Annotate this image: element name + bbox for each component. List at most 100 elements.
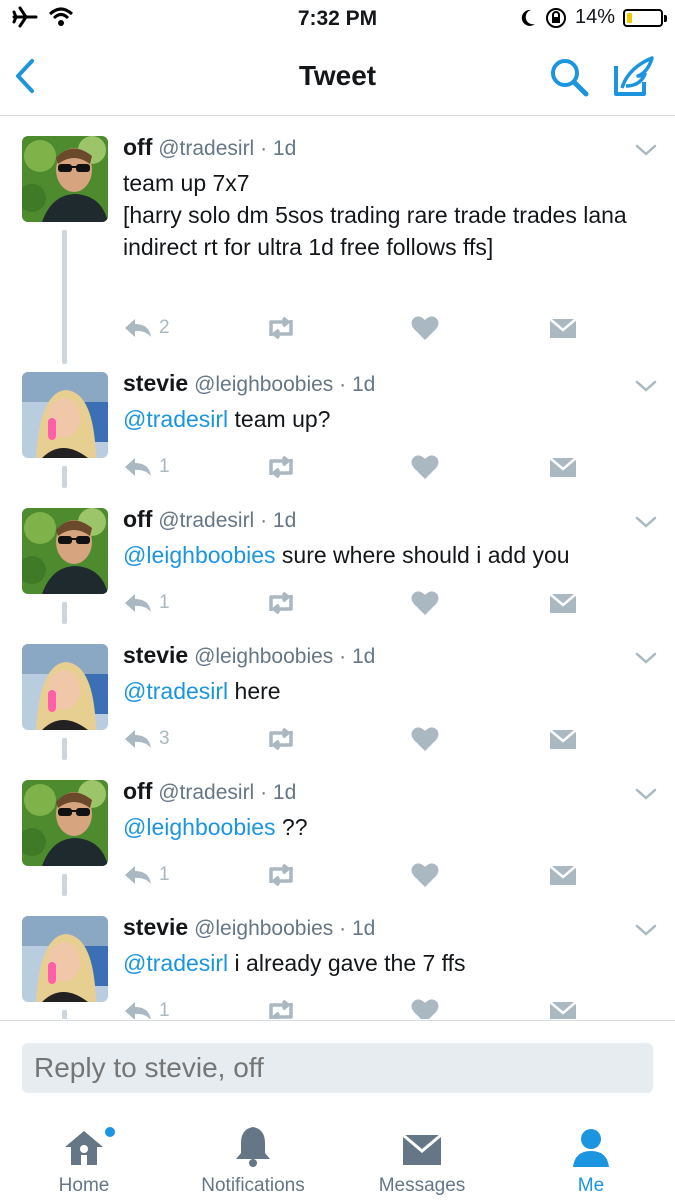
person-icon — [573, 1129, 609, 1167]
chevron-down-icon[interactable] — [634, 514, 658, 530]
thread-connector — [62, 874, 67, 896]
tweet[interactable]: stevie @leighboobies · 1d @tradesirl her… — [0, 624, 675, 760]
tweet-time: · 1d — [339, 373, 376, 396]
tweet-body: i already gave the 7 ffs — [228, 950, 466, 976]
chevron-down-icon[interactable] — [634, 922, 658, 938]
display-name[interactable]: off — [123, 134, 152, 160]
mention-link[interactable]: @tradesirl — [123, 406, 228, 432]
tweet[interactable]: stevie @leighboobies · 1d @tradesirl i a… — [0, 896, 675, 1019]
avatar[interactable] — [22, 644, 108, 730]
tweet-time: · 1d — [260, 509, 297, 532]
status-right: 14% — [519, 6, 667, 29]
envelope-icon — [549, 729, 577, 749]
reply-icon — [125, 730, 151, 748]
display-name[interactable]: stevie — [123, 642, 188, 668]
chevron-down-icon[interactable] — [634, 786, 658, 802]
reply-count: 1 — [159, 592, 170, 613]
mention-link[interactable]: @tradesirl — [123, 678, 228, 704]
reply-button[interactable]: 1 — [123, 588, 170, 618]
user-handle[interactable]: @tradesirl — [158, 509, 254, 532]
reply-count: 1 — [159, 864, 170, 885]
like-button[interactable] — [411, 452, 439, 482]
chevron-down-icon[interactable] — [634, 142, 658, 158]
reply-bar — [0, 1020, 675, 1114]
direct-message-button[interactable] — [549, 996, 577, 1019]
tweet-actions: 1 — [123, 452, 583, 482]
retweet-button[interactable] — [263, 724, 299, 754]
tab-me[interactable]: Me — [511, 1125, 671, 1197]
direct-message-button[interactable] — [549, 724, 577, 754]
like-button[interactable] — [411, 313, 439, 343]
tab-home[interactable]: Home — [4, 1125, 164, 1197]
display-name[interactable]: off — [123, 506, 152, 532]
tweet[interactable]: stevie @leighboobies · 1d @tradesirl tea… — [0, 352, 675, 488]
avatar[interactable] — [22, 372, 108, 458]
user-handle[interactable]: @leighboobies — [194, 373, 333, 396]
mention-link[interactable]: @leighboobies — [123, 814, 276, 840]
direct-message-button[interactable] — [549, 452, 577, 482]
heart-icon — [411, 863, 439, 887]
tab-messages[interactable]: Messages — [342, 1125, 502, 1197]
chevron-down-icon[interactable] — [634, 650, 658, 666]
user-handle[interactable]: @tradesirl — [158, 781, 254, 804]
display-name[interactable]: off — [123, 778, 152, 804]
reply-button[interactable]: 1 — [123, 996, 170, 1019]
tweet-body: sure where should i add you — [275, 542, 570, 568]
tweet-text: @leighboobies ?? — [123, 811, 653, 843]
retweet-button[interactable] — [263, 588, 299, 618]
reply-icon — [125, 594, 151, 612]
thread-connector — [62, 1010, 67, 1019]
tweet[interactable]: off @tradesirl · 1d team up 7x7 [harry s… — [0, 116, 675, 364]
unread-dot — [105, 1127, 115, 1137]
thread-connector — [62, 230, 67, 364]
search-icon[interactable] — [548, 56, 590, 98]
tweet-text: @tradesirl i already gave the 7 ffs — [123, 947, 653, 979]
like-button[interactable] — [411, 724, 439, 754]
battery-icon — [623, 8, 667, 27]
reply-input[interactable] — [22, 1043, 653, 1093]
user-handle[interactable]: @leighboobies — [194, 917, 333, 940]
reply-button[interactable]: 3 — [123, 724, 170, 754]
chevron-down-icon[interactable] — [634, 378, 658, 394]
avatar[interactable] — [22, 916, 108, 1002]
tweet-time: · 1d — [339, 917, 376, 940]
reply-button[interactable]: 2 — [123, 313, 170, 343]
like-button[interactable] — [411, 588, 439, 618]
tweet-body: ?? — [275, 814, 308, 840]
mention-link[interactable]: @leighboobies — [123, 542, 276, 568]
user-handle[interactable]: @leighboobies — [194, 645, 333, 668]
reply-count: 3 — [159, 728, 170, 749]
user-handle[interactable]: @tradesirl — [158, 137, 254, 160]
retweet-button[interactable] — [263, 313, 299, 343]
envelope-icon — [549, 318, 577, 338]
reply-button[interactable]: 1 — [123, 452, 170, 482]
direct-message-button[interactable] — [549, 588, 577, 618]
tweet-header: off @tradesirl · 1d — [123, 134, 296, 161]
retweet-icon — [269, 999, 293, 1019]
tweet-actions: 1 — [123, 996, 583, 1019]
avatar[interactable] — [22, 508, 108, 594]
avatar[interactable] — [22, 780, 108, 866]
direct-message-button[interactable] — [549, 860, 577, 890]
direct-message-button[interactable] — [549, 313, 577, 343]
display-name[interactable]: stevie — [123, 914, 188, 940]
tweet-time: · 1d — [260, 137, 297, 160]
mention-link[interactable]: @tradesirl — [123, 950, 228, 976]
reply-icon — [125, 866, 151, 884]
reply-icon — [125, 1002, 151, 1019]
tab-notifications[interactable]: Notifications — [173, 1125, 333, 1197]
avatar[interactable] — [22, 136, 108, 222]
retweet-button[interactable] — [263, 860, 299, 890]
retweet-button[interactable] — [263, 452, 299, 482]
thread-connector — [62, 466, 67, 488]
reply-button[interactable]: 1 — [123, 860, 170, 890]
like-button[interactable] — [411, 860, 439, 890]
like-button[interactable] — [411, 996, 439, 1019]
tweet[interactable]: off @tradesirl · 1d @leighboobies ?? 1 — [0, 760, 675, 896]
tweet[interactable]: off @tradesirl · 1d @leighboobies sure w… — [0, 488, 675, 624]
reply-count: 1 — [159, 1000, 170, 1019]
retweet-button[interactable] — [263, 996, 299, 1019]
display-name[interactable]: stevie — [123, 370, 188, 396]
compose-tweet-icon[interactable] — [612, 54, 658, 98]
tab-label: Me — [577, 1175, 605, 1196]
